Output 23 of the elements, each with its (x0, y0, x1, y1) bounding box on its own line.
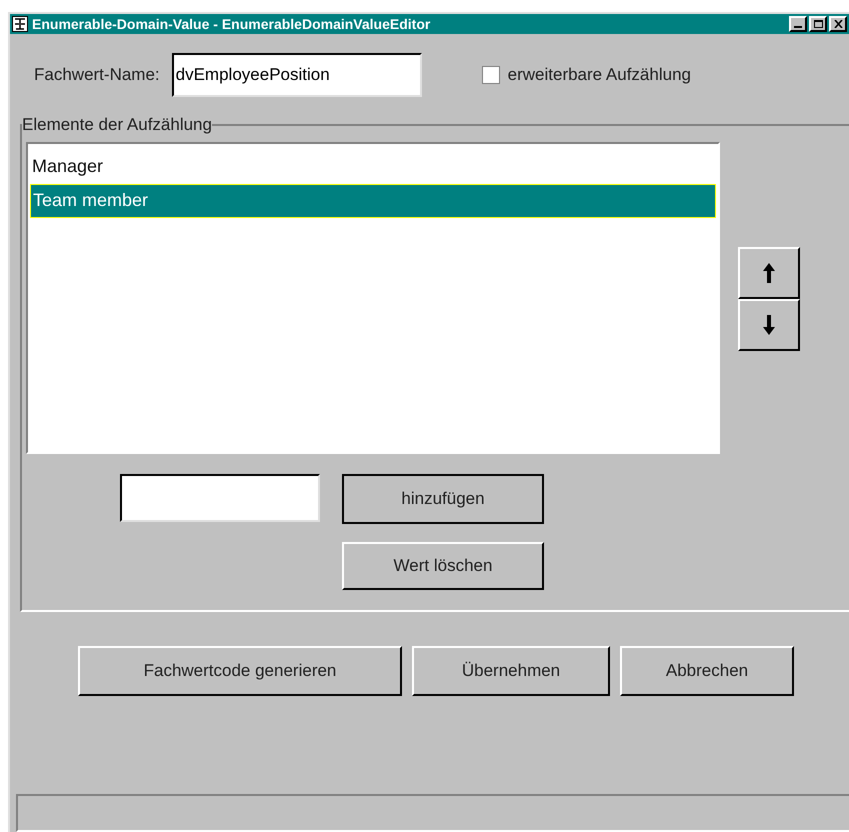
extensible-label: erweiterbare Aufzählung (508, 64, 691, 86)
window-title: Enumerable-Domain-Value - EnumerableDomainValueEditor (32, 14, 432, 34)
name-field[interactable]: dvEmployeePosition (172, 53, 422, 97)
move-up-button[interactable] (738, 246, 800, 298)
list-item[interactable]: Manager (30, 150, 716, 184)
app-icon (12, 16, 28, 32)
delete-value-button[interactable]: Wert löschen (342, 542, 544, 590)
extensible-checkbox[interactable] (482, 66, 500, 84)
minimize-button[interactable] (789, 16, 807, 32)
close-icon (834, 20, 842, 28)
down-arrow-icon (762, 314, 776, 336)
new-value-field[interactable] (120, 474, 320, 522)
add-button[interactable]: hinzufügen (342, 474, 544, 524)
up-arrow-icon (762, 262, 776, 284)
name-label: Fachwert-Name: (34, 64, 160, 86)
group-title: Elemente der Aufzählung (22, 114, 212, 136)
dialog-button[interactable]: Fachwertcode generieren (78, 646, 402, 696)
maximize-button[interactable] (809, 16, 827, 32)
list-item[interactable]: Team member (30, 184, 716, 218)
move-down-button[interactable] (738, 298, 800, 350)
dialog-button[interactable]: Übernehmen (412, 646, 610, 696)
dialog-button[interactable]: Abbrechen (620, 646, 794, 696)
close-button[interactable] (829, 16, 847, 32)
